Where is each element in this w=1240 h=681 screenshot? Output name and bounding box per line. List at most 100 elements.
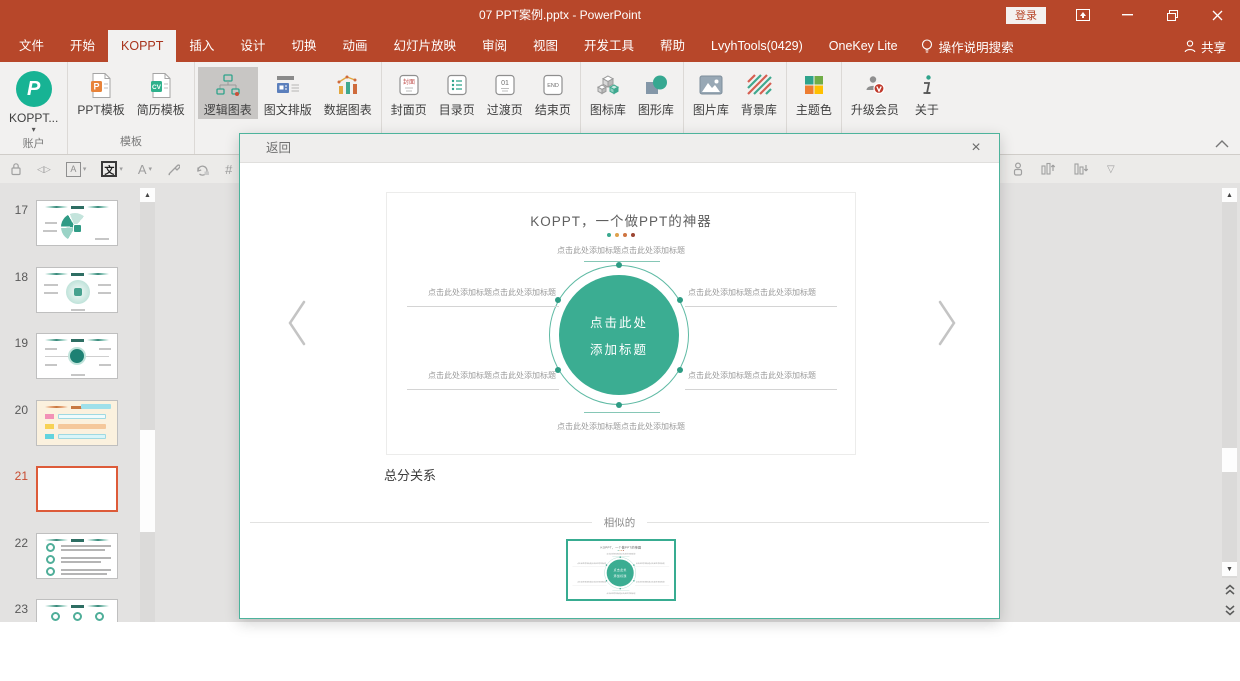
logic-chart-button[interactable]: 逻辑图表 bbox=[197, 67, 258, 119]
preview-accent-dots bbox=[568, 550, 674, 551]
tab-file[interactable]: 文件 bbox=[6, 30, 57, 62]
koppt-chart-dialog: 返回 × KOPPT，一个做PPT的神器 点击此处添加标题点击此处添加标题 点击… bbox=[239, 133, 1000, 619]
placeholder-label-lower-left: 点击此处添加标题点击此处添加标题 bbox=[428, 371, 556, 380]
main-scroll-down-button[interactable]: ▼ bbox=[1222, 562, 1237, 576]
cubes-icon bbox=[595, 70, 621, 100]
logic-chart-icon bbox=[215, 70, 241, 100]
about-button[interactable]: 关于 bbox=[905, 67, 949, 119]
chevron-down-icon: ▾ bbox=[148, 166, 153, 173]
next-template-arrow[interactable] bbox=[932, 296, 962, 350]
data-chart-button[interactable]: 数据图表 bbox=[318, 67, 378, 119]
slide-number: 18 bbox=[14, 270, 28, 284]
restore-button[interactable] bbox=[1150, 0, 1195, 30]
cover-page-button[interactable]: 封面 封面页 bbox=[385, 67, 433, 119]
tab-lvyhtools[interactable]: LvyhTools(0429) bbox=[698, 30, 816, 62]
chevron-down-icon: ▾ bbox=[31, 125, 36, 134]
slide-thumbnail-20[interactable] bbox=[36, 400, 118, 446]
main-scroll-up-button[interactable]: ▲ bbox=[1222, 188, 1237, 202]
tab-koppt[interactable]: KOPPT bbox=[108, 30, 177, 62]
tab-onekey-lite[interactable]: OneKey Lite bbox=[816, 30, 911, 62]
tab-developer[interactable]: 开发工具 bbox=[571, 30, 647, 62]
rotate-icon[interactable] bbox=[195, 163, 210, 176]
slide-thumbnail-22[interactable] bbox=[36, 533, 118, 579]
back-button[interactable]: 返回 bbox=[266, 134, 291, 163]
dropdown-icon[interactable]: ▽ bbox=[1107, 164, 1115, 175]
slide-thumbnail-21-selected[interactable] bbox=[36, 466, 118, 512]
next-slide-button[interactable] bbox=[1224, 603, 1236, 617]
eyedropper-icon[interactable] bbox=[167, 163, 181, 176]
login-button[interactable]: 登录 bbox=[1006, 6, 1046, 24]
previous-template-arrow[interactable] bbox=[282, 296, 312, 350]
koppt-logo-icon: P bbox=[15, 70, 52, 108]
similar-thumbnail[interactable]: KOPPT，一个做PPT的神器 点击此处添加标题点击此处添加标题 点击此处 添加… bbox=[566, 539, 676, 601]
preview-card[interactable]: KOPPT，一个做PPT的神器 点击此处添加标题点击此处添加标题 点击此处 添加… bbox=[386, 192, 856, 455]
tab-help[interactable]: 帮助 bbox=[647, 30, 698, 62]
picture-icon bbox=[698, 70, 724, 100]
panel-scroll-up-button[interactable]: ▲ bbox=[140, 188, 155, 202]
tab-slideshow[interactable]: 幻灯片放映 bbox=[380, 30, 469, 62]
placeholder-label-lower-right: 点击此处添加标题点击此处添加标题 bbox=[635, 581, 665, 584]
share-button[interactable]: 共享 bbox=[1184, 30, 1226, 62]
dialog-close-button[interactable]: × bbox=[965, 134, 987, 163]
close-button[interactable] bbox=[1195, 0, 1240, 30]
cover-page-icon: 封面 bbox=[398, 70, 420, 100]
panel-scrollbar-track[interactable] bbox=[140, 188, 155, 622]
resume-template-icon: CV bbox=[149, 70, 173, 100]
tell-me-search[interactable]: 操作说明搜索 bbox=[911, 30, 1024, 62]
preview-slide-title: KOPPT，一个做PPT的神器 bbox=[530, 214, 712, 229]
icon-library-button[interactable]: 图标库 bbox=[584, 67, 632, 119]
tab-design[interactable]: 设计 bbox=[227, 30, 278, 62]
main-scrollbar-thumb[interactable] bbox=[1222, 448, 1237, 472]
diagram-center-circle: 点击此处 添加标题 bbox=[606, 559, 634, 587]
toc-page-button[interactable]: 目录页 bbox=[433, 67, 481, 119]
stripes-icon bbox=[746, 70, 772, 100]
window-controls: 登录 bbox=[1006, 0, 1240, 30]
slide-thumbnail-18[interactable] bbox=[36, 267, 118, 313]
tab-home[interactable]: 开始 bbox=[57, 30, 108, 62]
pic-text-layout-button[interactable]: 图文排版 bbox=[258, 67, 318, 119]
tab-review[interactable]: 审阅 bbox=[469, 30, 520, 62]
slide-thumbnail-19[interactable] bbox=[36, 333, 118, 379]
slide-number: 23 bbox=[14, 602, 28, 616]
preview-slide-title: KOPPT，一个做PPT的神器 bbox=[600, 545, 642, 550]
tab-view[interactable]: 视图 bbox=[520, 30, 571, 62]
chart-import-icon[interactable] bbox=[1074, 162, 1090, 176]
hash-icon[interactable]: # bbox=[225, 162, 232, 177]
lock-icon[interactable] bbox=[10, 162, 22, 176]
ppt-template-button[interactable]: P PPT模板 bbox=[71, 67, 130, 119]
person-tool-icon[interactable] bbox=[1012, 162, 1024, 176]
dialog-header: 返回 × bbox=[240, 134, 999, 163]
koppt-menu-button[interactable]: P KOPPT... ▾ bbox=[3, 67, 64, 135]
chart-export-icon[interactable] bbox=[1041, 162, 1057, 176]
tab-animations[interactable]: 动画 bbox=[329, 30, 380, 62]
end-page-button[interactable]: END 结束页 bbox=[529, 67, 577, 119]
placeholder-label-lower-left: 点击此处添加标题点击此处添加标题 bbox=[577, 581, 607, 584]
slide-thumbnail-17[interactable] bbox=[36, 200, 118, 246]
resume-template-button[interactable]: CV 简历模板 bbox=[131, 67, 191, 119]
text-box-style-button[interactable]: A ▾ bbox=[65, 161, 86, 177]
panel-scrollbar-thumb[interactable] bbox=[140, 430, 155, 532]
thumb-title-decoration bbox=[45, 205, 109, 209]
tab-transitions[interactable]: 切换 bbox=[278, 30, 329, 62]
theme-color-button[interactable]: 主题色 bbox=[790, 67, 838, 119]
shape-library-button[interactable]: 图形库 bbox=[632, 67, 680, 119]
lightbulb-icon bbox=[921, 38, 933, 54]
main-scrollbar-track[interactable] bbox=[1222, 188, 1237, 578]
swap-icon[interactable]: ◁▷ bbox=[37, 164, 51, 175]
tab-insert[interactable]: 插入 bbox=[176, 30, 227, 62]
svg-text:01: 01 bbox=[501, 80, 509, 87]
font-style-button[interactable]: A ▾ bbox=[138, 162, 152, 177]
collapse-ribbon-button[interactable] bbox=[1214, 138, 1230, 150]
transition-page-button[interactable]: 01 过渡页 bbox=[481, 67, 529, 119]
background-library-button[interactable]: 背景库 bbox=[735, 67, 783, 119]
window-title: 07 PPT案例.pptx - PowerPoint bbox=[478, 8, 642, 22]
minimize-button[interactable] bbox=[1105, 0, 1150, 30]
preview-accent-dots bbox=[387, 233, 855, 237]
upgrade-member-button[interactable]: 升级会员 bbox=[845, 67, 905, 119]
cjk-font-button[interactable]: 文 ▾ bbox=[101, 161, 123, 177]
info-icon bbox=[920, 70, 934, 100]
ribbon-display-options-button[interactable] bbox=[1060, 0, 1105, 30]
similar-thumbnail-preview: KOPPT，一个做PPT的神器 点击此处添加标题点击此处添加标题 点击此处 添加… bbox=[568, 541, 674, 599]
image-library-button[interactable]: 图片库 bbox=[687, 67, 735, 119]
previous-slide-button[interactable] bbox=[1224, 583, 1236, 597]
